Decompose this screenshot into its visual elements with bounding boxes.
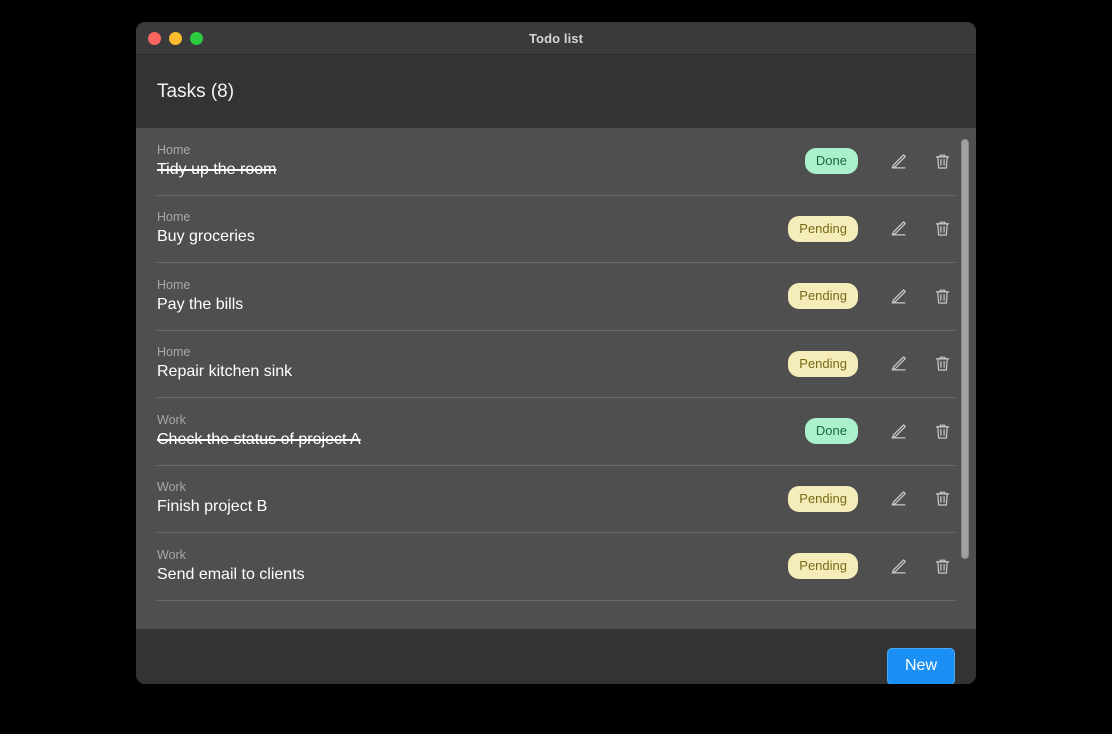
task-row-actions [887,150,953,172]
minimize-window-button[interactable] [169,31,182,45]
close-window-button[interactable] [148,31,161,45]
task-category-label: Home [157,277,191,292]
task-category-label: Work [157,412,186,427]
new-task-button[interactable]: New [886,647,955,684]
task-title-label: Send email to clients [157,565,305,583]
pencil-icon[interactable] [887,285,909,307]
page-title: Tasks (8) [157,80,235,102]
status-badge[interactable]: Pending [788,485,858,512]
task-row[interactable]: Work Send email to clients Pending [157,533,955,601]
task-row[interactable]: Home Buy groceries Pending [157,196,955,263]
status-badge[interactable]: Pending [788,350,858,377]
task-row[interactable]: Home Pay the bills Pending [157,263,955,331]
pencil-icon[interactable] [887,488,909,510]
task-row[interactable]: Work Check the status of project A Done [157,398,955,466]
task-text-group: Home Pay the bills [157,278,788,315]
task-text-group: Home Repair kitchen sink [157,345,788,382]
trash-icon[interactable] [931,285,953,307]
task-title-label: Check the status of project A [157,430,361,448]
trash-icon[interactable] [931,150,953,172]
task-row[interactable]: Home Tidy up the room Done [157,128,955,196]
trash-icon[interactable] [931,353,953,375]
title-bar: Todo list [136,22,976,55]
trash-icon[interactable] [931,420,953,442]
status-badge[interactable]: Pending [788,283,858,310]
task-row-actions [887,353,953,375]
trash-icon[interactable] [931,218,953,240]
task-list: Home Tidy up the room Done Home Buy grocerie… [136,128,976,601]
task-category-label: Work [157,480,186,495]
pencil-icon[interactable] [887,353,909,375]
traffic-light-group [148,31,203,45]
task-category-label: Work [157,547,186,562]
task-text-group: Home Buy groceries [157,210,788,247]
task-row-actions [887,218,953,240]
task-row-actions [887,555,953,577]
task-list-region: Home Tidy up the room Done Home Buy grocerie… [136,128,976,629]
pencil-icon[interactable] [887,150,909,172]
task-row[interactable]: Work Finish project B Pending [157,466,955,533]
task-text-group: Home Tidy up the room [157,143,805,180]
task-category-label: Home [157,345,191,360]
status-badge[interactable]: Pending [788,553,858,580]
pencil-icon[interactable] [887,555,909,577]
status-badge[interactable]: Done [804,148,858,175]
task-text-group: Work Check the status of project A [157,413,805,450]
trash-icon[interactable] [931,488,953,510]
list-scrollbar[interactable] [958,128,972,629]
task-row-actions [887,488,953,510]
pencil-icon[interactable] [887,420,909,442]
task-category-label: Home [157,210,191,225]
status-badge[interactable]: Pending [788,215,858,242]
task-text-group: Work Send email to clients [157,548,788,585]
window-title: Todo list [528,30,584,46]
tasks-header: Tasks (8) [136,55,976,128]
pencil-icon[interactable] [887,218,909,240]
task-text-group: Work Finish project B [157,480,788,517]
task-title-label: Finish project B [157,498,268,516]
task-title-label: Tidy up the room [157,160,277,178]
status-badge[interactable]: Done [804,418,858,445]
trash-icon[interactable] [931,555,953,577]
task-title-label: Buy groceries [157,228,255,246]
list-scrollbar-thumb[interactable] [961,139,969,559]
task-title-label: Repair kitchen sink [157,363,293,381]
task-category-label: Home [157,142,191,157]
footer-bar: New [136,629,976,684]
maximize-window-button[interactable] [190,31,203,45]
task-row-actions [887,285,953,307]
task-row-actions [887,420,953,442]
task-title-label: Pay the bills [157,295,244,313]
task-row[interactable]: Home Repair kitchen sink Pending [157,331,955,398]
app-window: Todo list Tasks (8) Home Tidy up the room… [136,22,976,684]
